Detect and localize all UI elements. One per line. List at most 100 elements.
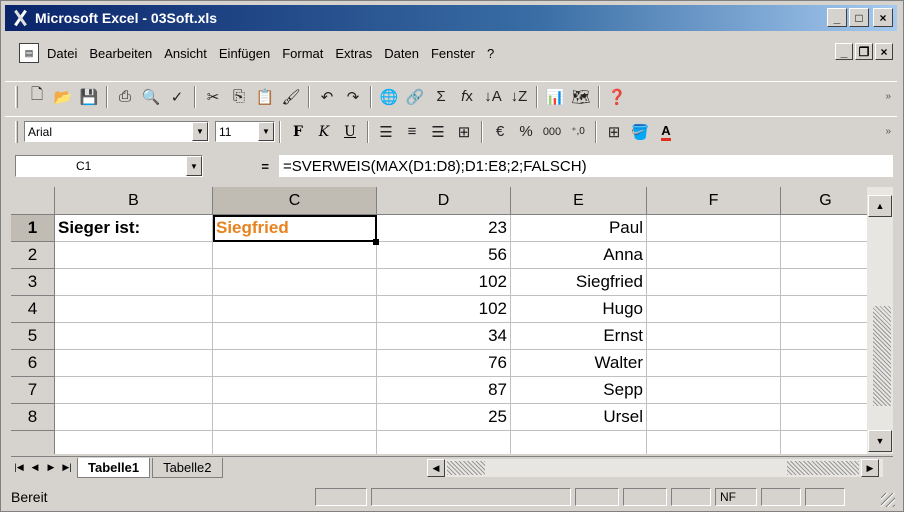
thousands-button[interactable]: 000 (539, 120, 565, 144)
save-icon[interactable]: 💾 (76, 85, 102, 109)
align-right-icon[interactable]: ☰ (425, 120, 451, 144)
function-icon[interactable]: fx (454, 85, 480, 109)
cell-c8[interactable] (213, 404, 377, 431)
copy-icon[interactable]: ⎘ (226, 85, 252, 109)
redo-icon[interactable]: ↷ (340, 85, 366, 109)
document-icon[interactable]: ▤ (19, 43, 39, 63)
select-all-corner[interactable] (11, 187, 55, 215)
chevron-down-icon[interactable]: ▼ (186, 156, 202, 176)
cell-g3[interactable] (781, 269, 867, 296)
menu-fenster[interactable]: Fenster (431, 46, 475, 61)
cell-d8[interactable]: 25 (377, 404, 511, 431)
resize-grip[interactable] (881, 493, 895, 507)
menu-datei[interactable]: Datei (47, 46, 77, 61)
cell-e2[interactable]: Anna (511, 242, 647, 269)
open-icon[interactable]: 📂 (50, 85, 76, 109)
percent-button[interactable]: % (513, 120, 539, 144)
scroll-right-icon[interactable]: ▶ (861, 459, 879, 477)
bold-button[interactable]: F (285, 120, 311, 144)
menu-einfuegen[interactable]: Einfügen (219, 46, 270, 61)
font-size-select[interactable]: 11 ▼ (215, 121, 275, 142)
column-header-e[interactable]: E (511, 187, 647, 215)
last-sheet-icon[interactable]: ▶| (59, 459, 75, 477)
cell-d7[interactable]: 87 (377, 377, 511, 404)
cell-b5[interactable] (55, 323, 213, 350)
cell-f7[interactable] (647, 377, 781, 404)
increase-decimal-icon[interactable]: ⁺,0 (565, 120, 591, 144)
doc-restore-button[interactable]: ❐ (855, 43, 873, 60)
cell-c1[interactable]: Siegfried (213, 215, 377, 242)
cell-f8[interactable] (647, 404, 781, 431)
horizontal-scrollbar[interactable]: ◀ ▶ (427, 459, 883, 477)
cell-c9[interactable] (213, 431, 377, 454)
scroll-left-icon[interactable]: ◀ (427, 459, 445, 477)
cell-f6[interactable] (647, 350, 781, 377)
menu-ansicht[interactable]: Ansicht (164, 46, 207, 61)
cell-c4[interactable] (213, 296, 377, 323)
cell-d1[interactable]: 23 (377, 215, 511, 242)
cell-c7[interactable] (213, 377, 377, 404)
cell-d2[interactable]: 56 (377, 242, 511, 269)
cell-e8[interactable]: Ursel (511, 404, 647, 431)
fill-color-icon[interactable]: 🪣 (627, 120, 653, 144)
cell-d3[interactable]: 102 (377, 269, 511, 296)
row-header-6[interactable]: 6 (11, 350, 55, 377)
cell-b2[interactable] (55, 242, 213, 269)
cell-g8[interactable] (781, 404, 867, 431)
cell-b4[interactable] (55, 296, 213, 323)
cell-g9[interactable] (781, 431, 867, 454)
name-box[interactable]: C1 ▼ (15, 155, 203, 177)
cell-f3[interactable] (647, 269, 781, 296)
doc-minimize-button[interactable]: _ (835, 43, 853, 60)
row-header-7[interactable]: 7 (11, 377, 55, 404)
toolbar-grip[interactable] (15, 85, 18, 108)
cell-f5[interactable] (647, 323, 781, 350)
undo-icon[interactable]: ↶ (314, 85, 340, 109)
merge-center-icon[interactable]: ⊞ (451, 120, 477, 144)
cell-f2[interactable] (647, 242, 781, 269)
doc-close-button[interactable]: × (875, 43, 893, 60)
row-header-8[interactable]: 8 (11, 404, 55, 431)
menu-daten[interactable]: Daten (384, 46, 419, 61)
align-center-icon[interactable]: ≡ (399, 120, 425, 144)
column-header-g[interactable]: G (781, 187, 867, 215)
sort-ascending-icon[interactable]: ↓A (480, 85, 506, 109)
cell-e5[interactable]: Ernst (511, 323, 647, 350)
cell-c3[interactable] (213, 269, 377, 296)
font-select[interactable]: Arial ▼ (24, 121, 209, 142)
chevron-down-icon[interactable]: ▼ (192, 122, 208, 141)
chart-wizard-icon[interactable]: 📊 (542, 85, 568, 109)
scroll-up-icon[interactable]: ▲ (868, 195, 892, 217)
menu-bearbeiten[interactable]: Bearbeiten (89, 46, 152, 61)
autosum-icon[interactable]: Σ (428, 85, 454, 109)
close-button[interactable]: × (873, 8, 893, 27)
cell-f1[interactable] (647, 215, 781, 242)
cell-b1[interactable]: Sieger ist: (55, 215, 213, 242)
cell-g7[interactable] (781, 377, 867, 404)
cell-e7[interactable]: Sepp (511, 377, 647, 404)
cell-f4[interactable] (647, 296, 781, 323)
drawing-icon[interactable]: 🗺 (568, 85, 594, 109)
row-header-4[interactable]: 4 (11, 296, 55, 323)
toolbar-options-icon[interactable]: » (885, 126, 891, 137)
next-sheet-icon[interactable]: ▶ (43, 459, 59, 477)
maximize-button[interactable]: □ (849, 8, 869, 27)
vertical-scrollbar[interactable]: ▲ ▼ (867, 187, 893, 454)
align-left-icon[interactable]: ☰ (373, 120, 399, 144)
cell-g1[interactable] (781, 215, 867, 242)
cell-g2[interactable] (781, 242, 867, 269)
cell-e9[interactable] (511, 431, 647, 454)
cell-f9[interactable] (647, 431, 781, 454)
cell-e3[interactable]: Siegfried (511, 269, 647, 296)
paste-icon[interactable]: 📋 (252, 85, 278, 109)
column-header-b[interactable]: B (55, 187, 213, 215)
font-color-icon[interactable]: A (653, 120, 679, 144)
cell-b7[interactable] (55, 377, 213, 404)
hyperlink-icon[interactable]: 🌐 (376, 85, 402, 109)
cell-e1[interactable]: Paul (511, 215, 647, 242)
sheet-tab-tabelle1[interactable]: Tabelle1 (77, 457, 151, 478)
menu-extras[interactable]: Extras (335, 46, 372, 61)
row-header-1[interactable]: 1 (11, 215, 55, 242)
print-preview-icon[interactable]: 🔍 (138, 85, 164, 109)
cell-b6[interactable] (55, 350, 213, 377)
